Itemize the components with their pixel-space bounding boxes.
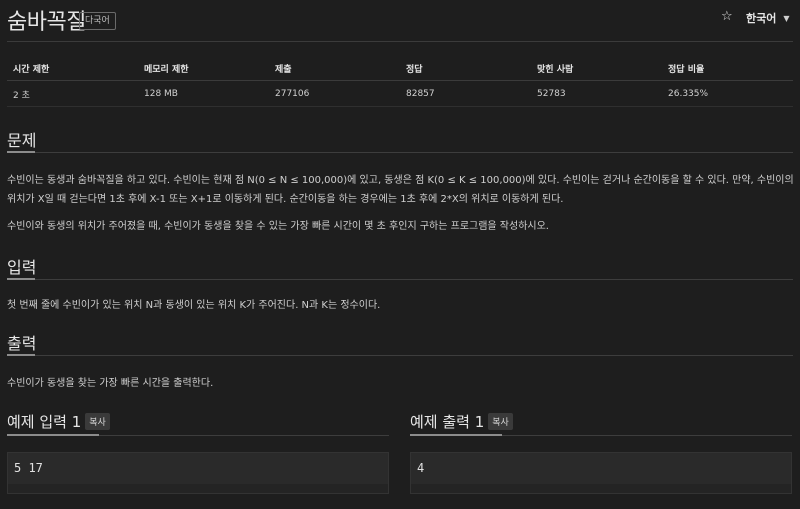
info-ratio: 26.335% — [668, 89, 709, 99]
language-select[interactable]: 한국어 ▼ — [746, 10, 790, 26]
sample-output-title: 예제 출력 1 복사 — [410, 411, 513, 432]
problem-description-line-1: 수빈이는 동생과 숨바꼭질을 하고 있다. 수빈이는 현재 점 N(0 ≤ N … — [7, 175, 794, 186]
output-description: 수빈이가 동생을 찾는 가장 빠른 시간을 출력한다. — [7, 378, 214, 389]
info-header-accepted: 정답 — [406, 64, 423, 75]
header-divider — [7, 41, 793, 42]
output-section-rule — [7, 355, 793, 356]
sample-input-title: 예제 입력 1 복사 — [7, 411, 110, 432]
sample-output-scrollbar[interactable] — [411, 484, 791, 493]
problem-title: 숨바꼭질 — [7, 10, 86, 35]
info-header-ratio: 정답 비율 — [668, 64, 705, 75]
sample-output-box[interactable]: 4 — [410, 452, 792, 494]
copy-output-button[interactable]: 복사 — [488, 413, 513, 430]
input-section-rule — [7, 279, 793, 280]
info-memory-limit: 128 MB — [144, 89, 178, 99]
info-submissions: 277106 — [275, 89, 310, 99]
sample-input-value: 5 17 — [14, 461, 43, 475]
info-header-time: 시간 제한 — [13, 64, 50, 75]
sample-output-value: 4 — [417, 461, 425, 475]
problem-description-line-3: 수빈이와 동생의 위치가 주어졌을 때, 수빈이가 동생을 찾을 수 있는 가장… — [7, 221, 549, 232]
output-section-title: 출력 — [7, 334, 37, 353]
output-section-underline — [7, 354, 35, 356]
problem-header: 숨바꼭질 다국어 ☆ 한국어 ▼ — [0, 0, 800, 44]
sample-input-underline — [7, 434, 99, 436]
problem-section-rule — [7, 152, 793, 153]
sample-input-scrollbar[interactable] — [8, 484, 388, 493]
star-icon[interactable]: ☆ — [721, 9, 733, 24]
info-solvers: 52783 — [537, 89, 566, 99]
input-section-title: 입력 — [7, 258, 37, 277]
problem-section-underline — [7, 151, 35, 153]
info-table-row: 2 초 128 MB 277106 82857 52783 26.335% — [7, 82, 793, 107]
chevron-down-icon: ▼ — [783, 14, 790, 23]
sample-output-underline — [410, 434, 502, 436]
info-accepted: 82857 — [406, 89, 435, 99]
problem-info-table: 시간 제한 메모리 제한 제출 정답 맞힌 사람 정답 비율 2 초 128 M… — [7, 56, 793, 107]
sample-input-label: 예제 입력 1 — [7, 413, 82, 431]
input-section-underline — [7, 278, 35, 280]
info-table-header: 시간 제한 메모리 제한 제출 정답 맞힌 사람 정답 비율 — [7, 56, 793, 81]
copy-input-button[interactable]: 복사 — [85, 413, 110, 430]
info-time-limit: 2 초 — [13, 90, 30, 101]
info-header-memory: 메모리 제한 — [144, 64, 189, 75]
problem-description-line-2: 위치가 X일 때 걷는다면 1초 후에 X-1 또는 X+1로 이동하게 된다.… — [7, 194, 564, 205]
multilang-badge[interactable]: 다국어 — [79, 12, 116, 30]
problem-section-title: 문제 — [7, 131, 37, 150]
sample-output-label: 예제 출력 1 — [410, 413, 485, 431]
info-header-solvers: 맞힌 사람 — [537, 64, 574, 75]
sample-input-box[interactable]: 5 17 — [7, 452, 389, 494]
info-header-submissions: 제출 — [275, 64, 292, 75]
language-label: 한국어 — [746, 12, 777, 25]
input-description: 첫 번째 줄에 수빈이가 있는 위치 N과 동생이 있는 위치 K가 주어진다.… — [7, 300, 381, 311]
